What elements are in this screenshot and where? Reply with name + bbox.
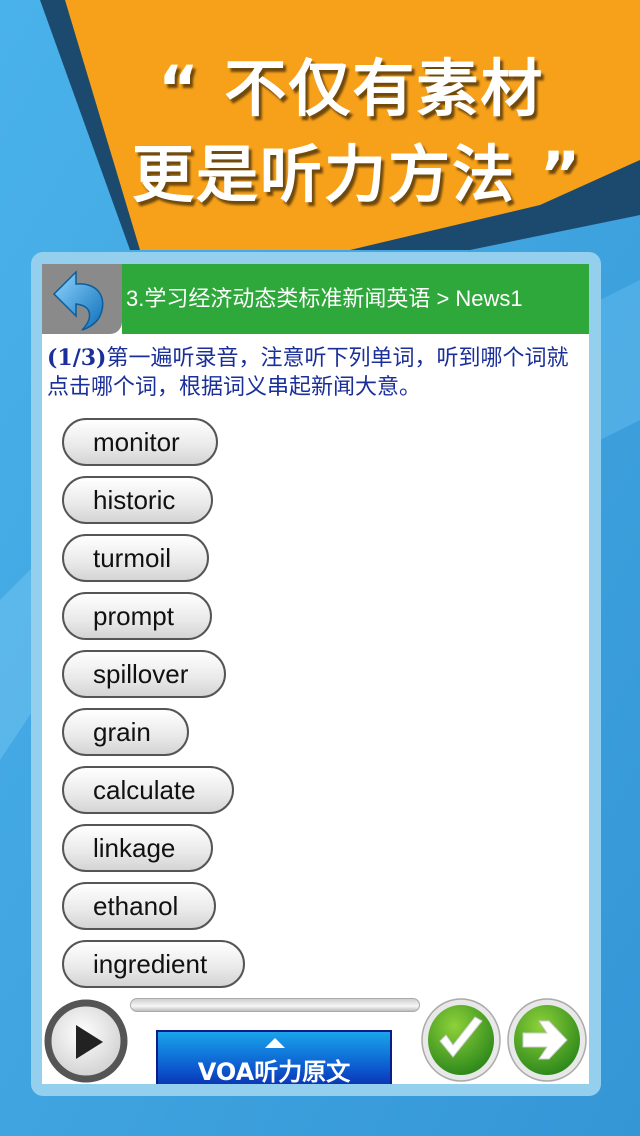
transcript-button-label: VOA听力原文 xyxy=(197,1058,351,1084)
banner-line-2: 更是听力方法 ” xyxy=(132,138,583,211)
audio-progress-slider[interactable] xyxy=(130,998,420,1012)
word-button-calculate[interactable]: calculate xyxy=(62,766,234,814)
word-button-grain[interactable]: grain xyxy=(62,708,189,756)
word-button-historic[interactable]: historic xyxy=(62,476,214,524)
word-button-turmoil[interactable]: turmoil xyxy=(62,534,210,582)
play-button[interactable] xyxy=(43,998,129,1084)
word-button-spillover[interactable]: spillover xyxy=(62,650,227,698)
transcript-button[interactable]: VOA听力原文 xyxy=(156,1030,392,1084)
instruction-text: (1/3)第一遍听录音，注意听下列单词，听到哪个词就点击哪个词，根据词义串起新闻… xyxy=(47,344,582,402)
check-button[interactable] xyxy=(420,997,502,1083)
word-list: monitor historic turmoil prompt spillove… xyxy=(62,418,246,998)
back-button[interactable] xyxy=(42,264,122,334)
breadcrumb-title: 3.学习经济动态类标准新闻英语 > News1 xyxy=(122,264,589,334)
word-button-ingredient[interactable]: ingredient xyxy=(62,940,246,988)
back-arrow-icon xyxy=(52,270,104,331)
play-icon xyxy=(44,999,128,1083)
checkmark-icon xyxy=(421,998,501,1082)
word-button-linkage[interactable]: linkage xyxy=(62,824,214,872)
word-button-ethanol[interactable]: ethanol xyxy=(62,882,217,930)
step-indicator: (1/3) xyxy=(47,345,107,371)
banner-line-1: “ 不仅有素材 xyxy=(158,52,545,125)
next-button[interactable] xyxy=(505,997,589,1083)
word-button-prompt[interactable]: prompt xyxy=(62,592,212,640)
expand-up-icon xyxy=(265,1038,285,1048)
app-screen: 3.学习经济动态类标准新闻英语 > News1 (1/3)第一遍听录音，注意听下… xyxy=(42,264,589,1084)
arrow-right-icon xyxy=(507,998,587,1082)
instruction-body: 第一遍听录音，注意听下列单词，听到哪个词就点击哪个词，根据词义串起新闻大意。 xyxy=(47,346,569,400)
word-button-monitor[interactable]: monitor xyxy=(62,418,218,466)
promo-banner: “ 不仅有素材 更是听力方法 ” xyxy=(0,0,640,250)
